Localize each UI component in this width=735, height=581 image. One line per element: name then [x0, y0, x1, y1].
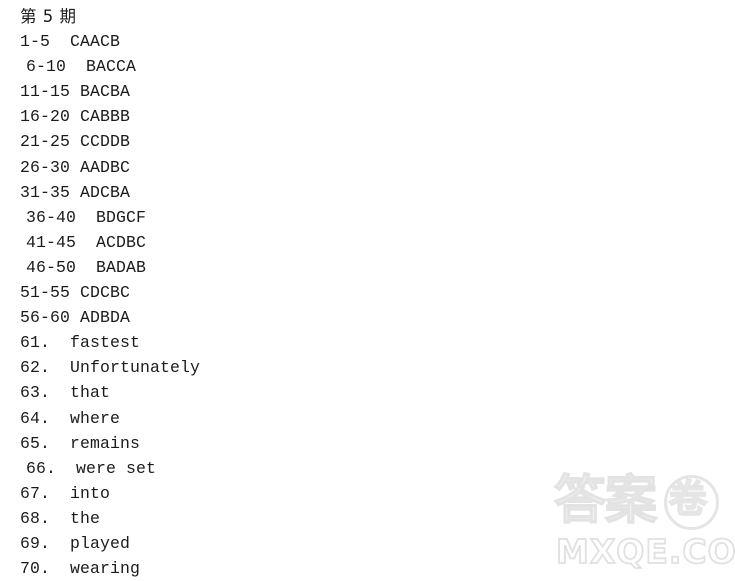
answer-line: 6-10 BACCA	[26, 57, 137, 77]
answer-line: 62. Unfortunately	[20, 358, 201, 378]
answer-line: 70. wearing	[20, 559, 141, 579]
answer-line: 51-55 CDCBC	[20, 283, 131, 303]
answer-line: 56-60 ADBDA	[20, 308, 131, 328]
answer-line: 63. that	[20, 383, 111, 403]
answer-lines-container: 1-5 CAACB 6-10 BACCA 11-15 BACBA 16-20 CABB…	[0, 29, 735, 581]
answer-line: 1-5 CAACB	[20, 32, 121, 52]
answer-line: 36-40 BDGCF	[26, 207, 147, 227]
answer-line: 31-35 ADCBA	[20, 182, 131, 202]
document-page: 第 5 期 1-5 CAACB 6-10 BACCA 11-15 BACBA 16-2…	[0, 0, 735, 578]
answer-line: 16-20 CABBB	[20, 107, 131, 127]
answer-line: 68. the	[20, 508, 101, 528]
answer-line: 11-15 BACBA	[20, 82, 131, 102]
answer-line: 66. were set	[26, 458, 157, 478]
answer-line: 65. remains	[20, 433, 141, 453]
answer-line: 69. played	[20, 533, 131, 553]
answer-line: 46-50 BADAB	[26, 257, 147, 277]
answer-line: 41-45 ACDBC	[26, 232, 147, 252]
answer-line: 67. into	[20, 483, 111, 503]
page-title: 第 5 期	[20, 7, 77, 26]
answer-key-list: 第 5 期 1-5 CAACB 6-10 BACCA 11-15 BACBA 16-2…	[0, 4, 735, 581]
answer-line: 61. fastest	[20, 333, 141, 353]
answer-line: 21-25 CCDDB	[20, 132, 131, 152]
answer-line: 26-30 AADBC	[20, 157, 131, 177]
answer-line: 64. where	[20, 408, 121, 428]
